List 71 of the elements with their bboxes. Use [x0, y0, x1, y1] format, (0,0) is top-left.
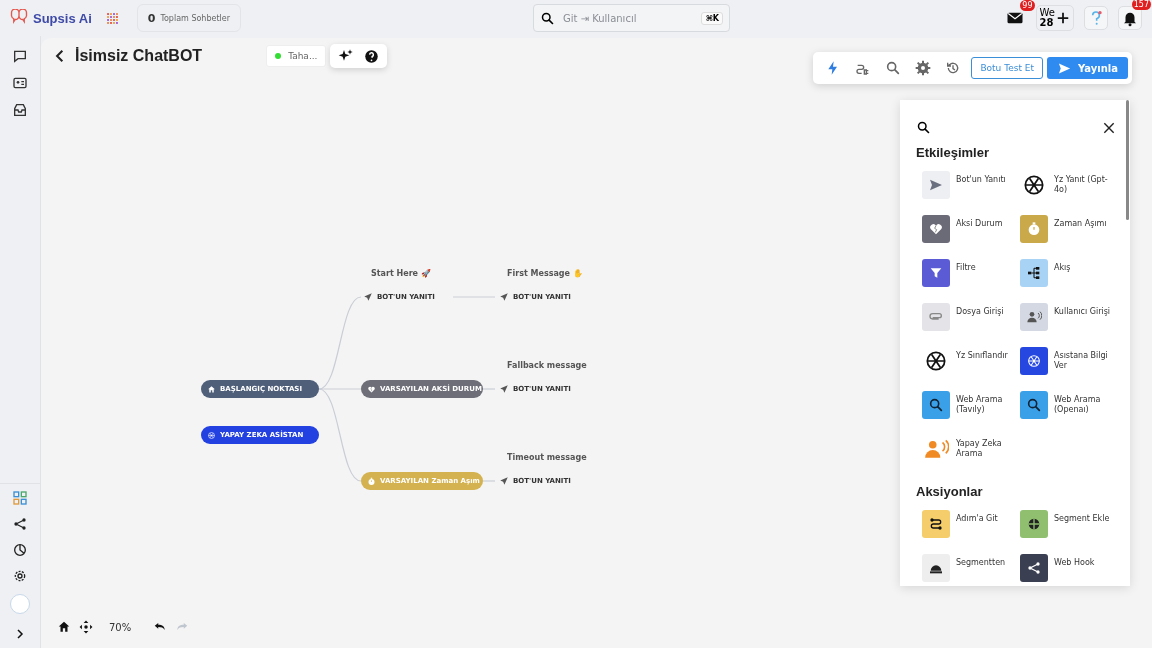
node-icon	[367, 476, 376, 486]
chatbot-title: İsimsiz ChatBOT	[75, 47, 203, 65]
search-bar[interactable]: Git ⇥ Kullanıcıl ⌘K	[533, 4, 730, 32]
node-caption: Fallback message	[507, 361, 587, 370]
palette-item[interactable]: Dosya Girişi	[922, 302, 1020, 332]
move-icon[interactable]	[79, 620, 93, 634]
item-icon	[928, 516, 944, 532]
palette-item[interactable]: Web Hook	[1020, 553, 1118, 583]
palette-item[interactable]: Kullanıcı Girişi	[1020, 302, 1118, 332]
apps-grid-icon[interactable]	[105, 11, 119, 25]
settings-icon[interactable]	[12, 568, 28, 584]
palette-item[interactable]: Aksi Durum	[922, 214, 1020, 244]
user-chip[interactable]: Taha...	[266, 45, 327, 67]
send-icon	[363, 292, 373, 302]
node-icon	[207, 384, 216, 394]
section-title: Etkileşimler	[916, 145, 990, 160]
palette-item[interactable]: Web Arama (Tavıly)	[922, 390, 1020, 420]
palette-item[interactable]: Segment Ekle	[1020, 509, 1118, 539]
send-icon	[499, 476, 509, 486]
share-icon[interactable]	[12, 516, 28, 532]
item-icon	[1026, 397, 1042, 413]
palette-item[interactable]: Web Arama (Openaı)	[1020, 390, 1118, 420]
inbox-icon[interactable]	[12, 102, 28, 118]
send-icon	[499, 292, 509, 302]
send-icon	[499, 384, 509, 394]
item-icon	[928, 221, 944, 237]
palette-item[interactable]: Zaman Aşımı	[1020, 214, 1118, 244]
pie-chart-icon[interactable]	[12, 542, 28, 558]
node-icon	[367, 384, 376, 394]
palette-item[interactable]: Asıstana Bilgi Ver	[1020, 346, 1118, 376]
palette-item[interactable]: Adım'a Git	[922, 509, 1020, 539]
section-title: Aksiyonlar	[916, 484, 984, 499]
test-bot-button[interactable]: Botu Test Et	[971, 57, 1043, 79]
dashboard-icon[interactable]	[12, 490, 28, 506]
close-icon[interactable]	[1102, 120, 1116, 135]
palette-item[interactable]: Filtre	[922, 258, 1020, 288]
home-icon[interactable]	[57, 620, 71, 634]
plus-icon	[1056, 11, 1070, 25]
item-icon	[1026, 309, 1042, 325]
shortcut-key: ⌘K	[701, 11, 723, 25]
palette-item[interactable]: Yz Yanıt (Gpt-4o)	[1020, 170, 1118, 200]
search-icon[interactable]	[916, 120, 931, 135]
palette-item[interactable]: Bot'un Yanıtı	[922, 170, 1020, 200]
item-icon	[1026, 353, 1042, 369]
search-icon	[540, 10, 555, 26]
search-input[interactable]: Git ⇥ Kullanıcıl	[561, 11, 696, 25]
item-icon	[1026, 560, 1042, 576]
palette-item[interactable]: Yapay Zeka Arama	[922, 434, 1020, 464]
palette-item[interactable]: Yz Sınıflandır	[922, 346, 1020, 376]
count-badge: 157	[1131, 0, 1151, 10]
chevron-right-icon[interactable]	[14, 628, 26, 640]
count-badge: 99	[1020, 0, 1035, 11]
item-icon	[1026, 265, 1042, 281]
notifications-button[interactable]	[1118, 6, 1142, 30]
brand-name: Supsis Ai	[33, 10, 92, 26]
item-icon	[1026, 516, 1042, 532]
zoom-level: 70%	[109, 621, 132, 633]
help-icon[interactable]	[364, 48, 380, 64]
node-caption: Timeout message	[507, 453, 587, 462]
node-caption: Start Here 🚀	[371, 269, 431, 278]
chat-counter[interactable]: 0 Toplam Sohbetler	[136, 4, 241, 32]
item-icon	[928, 177, 944, 193]
node-icon	[207, 430, 216, 440]
contact-card-icon[interactable]	[12, 75, 28, 91]
date-button[interactable]: We 28	[1035, 5, 1074, 31]
item-icon	[1026, 221, 1042, 237]
node-caption: First Message ✋	[507, 269, 583, 278]
chat-bubble-icon[interactable]	[12, 48, 28, 64]
palette-item[interactable]: Segmentten	[922, 553, 1020, 583]
palette-item[interactable]: Akış	[1020, 258, 1118, 288]
item-icon	[928, 397, 944, 413]
